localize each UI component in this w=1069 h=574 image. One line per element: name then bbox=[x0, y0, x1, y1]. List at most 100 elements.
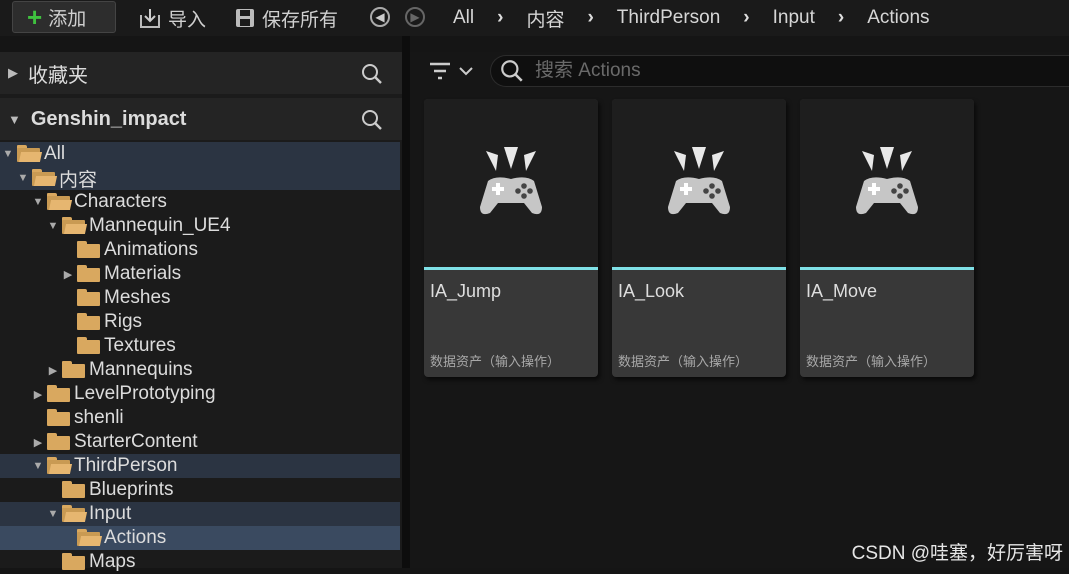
tree-item[interactable]: ▼ Mannequin_UE4 bbox=[0, 214, 400, 238]
import-icon bbox=[140, 9, 160, 28]
asset-search-bar bbox=[490, 55, 1069, 87]
search-input[interactable] bbox=[533, 59, 1037, 83]
caret-down-icon[interactable]: ▼ bbox=[45, 508, 61, 520]
tree-item-label: Characters bbox=[74, 191, 167, 212]
folder-icon bbox=[76, 337, 102, 355]
caret-right-icon[interactable]: ▶ bbox=[8, 65, 18, 81]
folder-open-icon bbox=[16, 145, 43, 163]
panel-splitter[interactable] bbox=[402, 36, 410, 568]
tree-item-label: Mannequins bbox=[89, 359, 193, 380]
chevron-right-icon[interactable]: › bbox=[743, 7, 749, 29]
folder-icon bbox=[61, 553, 87, 571]
folder-open-icon bbox=[46, 457, 73, 475]
caret-down-icon[interactable]: ▼ bbox=[8, 112, 21, 127]
chevron-right-icon[interactable]: › bbox=[497, 7, 503, 29]
tree-item-label: Mannequin_UE4 bbox=[89, 215, 231, 236]
tree-item-label: Maps bbox=[89, 551, 136, 572]
save-icon bbox=[236, 9, 254, 27]
search-icon bbox=[501, 60, 523, 82]
tree-item-label: LevelPrototyping bbox=[74, 383, 216, 404]
tree-item[interactable]: Meshes bbox=[0, 286, 400, 310]
caret-down-icon[interactable]: ▼ bbox=[15, 172, 31, 184]
folder-icon bbox=[61, 481, 87, 499]
breadcrumb-item[interactable]: All bbox=[453, 7, 474, 29]
search-icon[interactable] bbox=[360, 108, 384, 132]
tree-item[interactable]: ▼ ThirdPerson bbox=[0, 454, 400, 478]
tree-item[interactable]: ▶ StarterContent bbox=[0, 430, 400, 454]
gamepad-icon bbox=[668, 147, 730, 215]
folder-icon bbox=[46, 385, 72, 403]
project-header[interactable]: ▼ Genshin_impact bbox=[0, 98, 402, 140]
caret-right-icon[interactable]: ▶ bbox=[30, 436, 46, 449]
breadcrumb-item[interactable]: Actions bbox=[867, 7, 929, 29]
caret-right-icon[interactable]: ▶ bbox=[30, 388, 46, 401]
folder-icon bbox=[76, 289, 102, 307]
tree-item[interactable]: Animations bbox=[0, 238, 400, 262]
asset-tile[interactable]: IA_Move 数据资产（输入操作） bbox=[800, 99, 974, 377]
asset-tile[interactable]: IA_Look 数据资产（输入操作） bbox=[612, 99, 786, 377]
save-all-button-label: 保存所有 bbox=[262, 9, 339, 31]
asset-type: 数据资产（输入操作） bbox=[806, 354, 937, 369]
tree-item[interactable]: Maps bbox=[0, 550, 400, 574]
tree-item[interactable]: ▼ Input bbox=[0, 502, 400, 526]
add-button[interactable]: + 添加 bbox=[12, 1, 116, 33]
tree-item-label: Textures bbox=[104, 335, 176, 356]
folder-open-icon bbox=[61, 217, 88, 235]
tree-item[interactable]: ▼ All bbox=[0, 142, 400, 166]
tree-item-label: Input bbox=[89, 503, 132, 524]
caret-down-icon[interactable]: ▼ bbox=[30, 196, 46, 208]
asset-thumbnail bbox=[800, 99, 974, 267]
asset-type-color-bar bbox=[800, 267, 974, 270]
asset-tile[interactable]: IA_Jump 数据资产（输入操作） bbox=[424, 99, 598, 377]
forward-button[interactable]: ▶ bbox=[405, 7, 425, 27]
asset-type-color-bar bbox=[612, 267, 786, 270]
chevron-right-icon[interactable]: › bbox=[838, 7, 844, 29]
favorites-label: 收藏夹 bbox=[28, 64, 88, 87]
back-button[interactable]: ◀ bbox=[370, 7, 390, 27]
tree-item[interactable]: shenli bbox=[0, 406, 400, 430]
tree-item[interactable]: ▶ Mannequins bbox=[0, 358, 400, 382]
tree-item-label: Blueprints bbox=[89, 479, 174, 500]
tree-item[interactable]: Rigs bbox=[0, 310, 400, 334]
tree-item[interactable]: Blueprints bbox=[0, 478, 400, 502]
caret-down-icon[interactable]: ▼ bbox=[0, 148, 16, 160]
breadcrumb-item[interactable]: Input bbox=[773, 7, 815, 29]
tree-item-label: Materials bbox=[104, 263, 182, 284]
filter-icon[interactable] bbox=[428, 60, 478, 84]
caret-down-icon[interactable]: ▼ bbox=[30, 460, 46, 472]
chevron-right-icon[interactable]: › bbox=[587, 7, 593, 29]
breadcrumb-item[interactable]: ThirdPerson bbox=[617, 7, 721, 29]
search-icon[interactable] bbox=[360, 62, 384, 86]
folder-icon bbox=[46, 409, 72, 427]
favorites-header[interactable]: ▶ 收藏夹 bbox=[0, 52, 402, 94]
caret-right-icon[interactable]: ▶ bbox=[60, 268, 76, 281]
tree-item-label: Actions bbox=[104, 527, 167, 548]
project-label: Genshin_impact bbox=[30, 107, 187, 130]
tree-item[interactable]: ▼ 内容 bbox=[0, 166, 400, 191]
plus-icon: + bbox=[27, 2, 43, 32]
tree-item[interactable]: ▼ Characters bbox=[0, 190, 400, 214]
folder-icon bbox=[76, 241, 102, 259]
asset-name: IA_Jump bbox=[430, 281, 502, 301]
folder-icon bbox=[61, 361, 87, 379]
caret-right-icon[interactable]: ▶ bbox=[45, 364, 61, 377]
folder-open-icon bbox=[31, 169, 58, 187]
tree-item-label: ThirdPerson bbox=[74, 455, 178, 476]
tree-item[interactable]: ▶ Materials bbox=[0, 262, 400, 286]
folder-icon bbox=[46, 433, 72, 451]
folder-icon bbox=[76, 313, 102, 331]
asset-type: 数据资产（输入操作） bbox=[618, 354, 749, 369]
tree-item[interactable]: Actions bbox=[0, 526, 400, 550]
import-button[interactable]: 导入 bbox=[138, 2, 206, 34]
toolbar: + 添加 导入 保存所有 ◀ ▶ All › 内容 › ThirdPerson … bbox=[0, 0, 1069, 36]
breadcrumb-item[interactable]: 内容 bbox=[526, 5, 564, 32]
tree-item-label: StarterContent bbox=[74, 431, 198, 452]
tree-item[interactable]: ▶ LevelPrototyping bbox=[0, 382, 400, 406]
asset-type: 数据资产（输入操作） bbox=[430, 354, 561, 369]
save-all-button[interactable]: 保存所有 bbox=[234, 2, 338, 34]
tree-item-label: shenli bbox=[74, 407, 124, 428]
breadcrumb: All › 内容 › ThirdPerson › Input › Actions bbox=[444, 0, 939, 36]
tree-item-label: Rigs bbox=[104, 311, 143, 332]
tree-item[interactable]: Textures bbox=[0, 334, 400, 358]
caret-down-icon[interactable]: ▼ bbox=[45, 220, 61, 232]
